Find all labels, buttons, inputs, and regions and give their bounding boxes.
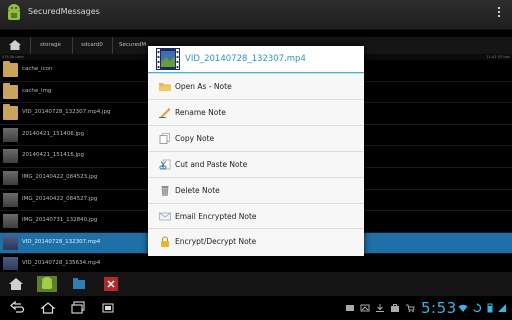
breadcrumb-storage[interactable]: storage xyxy=(34,37,61,54)
breadcrumb-sdcard0[interactable]: sdcard0 xyxy=(75,37,103,54)
menu-item-label: Open As - Note xyxy=(175,82,232,91)
system-nav-bar: 5:53 xyxy=(0,296,512,320)
cut-paste-icon xyxy=(159,159,171,170)
file-name: VID_20140728_135634.mp4 xyxy=(22,260,101,267)
file-name: VID_20140728_132307.mp4.jpg xyxy=(22,109,111,116)
wifi-icon xyxy=(458,304,468,312)
back-icon[interactable] xyxy=(10,300,26,316)
image-thumbnail-icon xyxy=(3,170,18,185)
screenshot-icon[interactable] xyxy=(100,300,116,316)
image-thumbnail-icon xyxy=(3,214,18,229)
clock: 5:53 xyxy=(421,299,457,317)
home-icon[interactable] xyxy=(5,275,27,293)
sync-icon xyxy=(473,303,482,313)
menu-item-label: Cut and Paste Note xyxy=(175,159,248,169)
gallery-notification-icon xyxy=(346,305,354,311)
nav-home-icon[interactable] xyxy=(40,300,56,316)
menu-item-label: Delete Note xyxy=(175,185,220,195)
file-name: 20140421_151416.jpg xyxy=(22,152,84,159)
download-notification-icon xyxy=(376,304,384,312)
list-item[interactable]: VID_20140728_135634.mp4 xyxy=(0,254,512,270)
folder-icon xyxy=(3,104,18,121)
image-thumbnail-icon xyxy=(3,192,18,207)
image-thumbnail-icon xyxy=(3,149,18,164)
cart-notification-icon xyxy=(406,304,415,313)
file-name: cache_icon xyxy=(22,66,53,72)
video-thumbnail-icon xyxy=(3,235,18,250)
copy-icon xyxy=(159,132,170,144)
file-name: IMG_20140422_084523.jpg xyxy=(22,173,98,180)
menu-header: VID_20140728_132307.mp4 xyxy=(148,46,364,72)
android-app-icon[interactable] xyxy=(5,3,23,23)
crumb-separator xyxy=(72,37,73,54)
bottom-toolbar xyxy=(0,272,512,296)
pencil-icon xyxy=(159,108,171,118)
home-icon[interactable] xyxy=(8,39,22,51)
signal-icon xyxy=(498,304,506,312)
video-thumbnail-icon xyxy=(3,257,18,270)
folder-tab-icon[interactable] xyxy=(68,275,90,293)
image-thumbnail-icon xyxy=(3,127,18,142)
folder-icon xyxy=(3,61,18,77)
recent-apps-icon[interactable] xyxy=(70,300,86,316)
context-menu-dialog: VID_20140728_132307.mp4 Open As - Note R… xyxy=(148,46,364,256)
overflow-menu-icon[interactable] xyxy=(496,5,502,21)
image-notification-icon xyxy=(360,304,370,312)
menu-item-label: Encrypt/Decrypt Note xyxy=(175,237,257,247)
briefcase-notification-icon xyxy=(391,304,399,312)
menu-item-copy-note[interactable]: Copy Note xyxy=(148,124,364,152)
android-tab-icon[interactable] xyxy=(36,275,58,293)
lock-icon xyxy=(161,236,169,248)
action-bar: SecuredMessages xyxy=(0,0,512,30)
menu-item-delete-note[interactable]: Delete Note xyxy=(148,176,364,204)
app-title: SecuredMessages xyxy=(28,7,100,16)
file-name: VID_20140728_132307.mp4 xyxy=(22,238,101,245)
folder-icon xyxy=(3,82,18,99)
crumb-separator xyxy=(30,37,31,54)
file-name: 20140421_151406.jpg xyxy=(22,130,84,137)
menu-item-open-as-note[interactable]: Open As - Note xyxy=(148,73,364,100)
folder-icon xyxy=(159,83,171,91)
file-name: IMG_20140731_132840.jpg xyxy=(22,217,98,224)
trash-icon xyxy=(161,185,169,196)
close-app-icon[interactable] xyxy=(100,275,122,293)
menu-item-cut-and-paste-note[interactable]: Cut and Paste Note xyxy=(148,150,364,178)
menu-item-label: Email Encrypted Note xyxy=(175,211,257,221)
video-file-icon xyxy=(156,48,180,70)
menu-title: VID_20140728_132307.mp4 xyxy=(185,54,306,64)
breadcrumb-securedm[interactable]: SecuredM xyxy=(113,37,146,54)
menu-item-encrypt-decrypt-note[interactable]: Encrypt/Decrypt Note xyxy=(148,228,364,255)
menu-item-label: Copy Note xyxy=(175,133,215,143)
menu-item-email-encrypted-note[interactable]: Email Encrypted Note xyxy=(148,202,364,230)
file-name: IMG_20140422_084527.jpg xyxy=(22,195,98,202)
battery-icon xyxy=(487,303,493,313)
menu-item-rename-note[interactable]: Rename Note xyxy=(148,98,364,126)
file-name: cache_img xyxy=(22,87,52,94)
envelope-icon xyxy=(159,212,171,220)
menu-item-label: Rename Note xyxy=(175,107,226,117)
